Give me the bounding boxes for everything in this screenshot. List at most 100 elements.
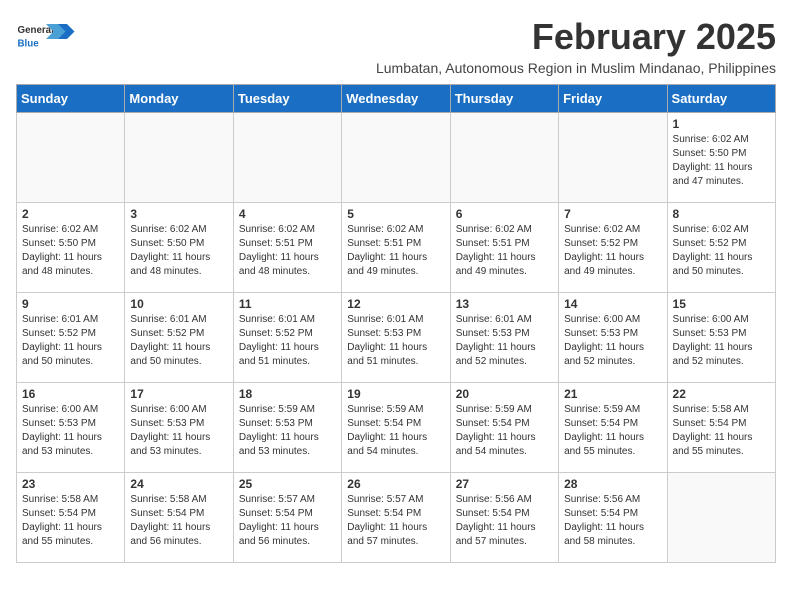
week-row-3: 9 Sunrise: 6:01 AM Sunset: 5:52 PM Daylig… <box>17 293 776 383</box>
calendar-cell: 20Sunrise: 5:59 AM Sunset: 5:54 PM Dayli… <box>450 383 558 473</box>
calendar-cell: 14 Sunrise: 6:00 AM Sunset: 5:53 PM Dayli… <box>559 293 667 383</box>
day-info: Sunrise: 6:02 AM Sunset: 5:50 PM Dayligh… <box>130 223 227 279</box>
day-info: Sunrise: 6:02 AM Sunset: 5:51 PM Dayligh… <box>347 223 444 279</box>
col-header-monday: Monday <box>125 85 233 113</box>
calendar-table: SundayMondayTuesdayWednesdayThursdayFrid… <box>16 84 776 563</box>
week-row-5: 23 Sunrise: 5:58 AM Sunset: 5:54 PM Dayli… <box>17 473 776 563</box>
day-number: 21 <box>564 387 661 401</box>
day-info: Sunrise: 5:59 AM Sunset: 5:54 PM Dayligh… <box>564 403 661 459</box>
day-number: 12 <box>347 297 444 311</box>
calendar-header-row: SundayMondayTuesdayWednesdayThursdayFrid… <box>17 85 776 113</box>
day-info: Sunrise: 6:02 AM Sunset: 5:51 PM Dayligh… <box>456 223 553 279</box>
day-info: Sunrise: 6:00 AM Sunset: 5:53 PM Dayligh… <box>673 313 770 369</box>
day-info: Sunrise: 6:00 AM Sunset: 5:53 PM Dayligh… <box>130 403 227 459</box>
day-info: Sunrise: 6:01 AM Sunset: 5:52 PM Dayligh… <box>22 313 119 369</box>
logo-svg: General Blue <box>16 16 76 56</box>
day-info: Sunrise: 6:02 AM Sunset: 5:50 PM Dayligh… <box>22 223 119 279</box>
day-number: 8 <box>673 207 770 221</box>
calendar-cell <box>17 113 125 203</box>
page-header: General Blue February 2025 Lumbatan, Aut… <box>16 16 776 76</box>
day-number: 10 <box>130 297 227 311</box>
day-number: 5 <box>347 207 444 221</box>
day-info: Sunrise: 5:58 AM Sunset: 5:54 PM Dayligh… <box>130 493 227 549</box>
day-info: Sunrise: 5:56 AM Sunset: 5:54 PM Dayligh… <box>564 493 661 549</box>
day-info: Sunrise: 5:58 AM Sunset: 5:54 PM Dayligh… <box>22 493 119 549</box>
calendar-cell: 27 Sunrise: 5:56 AM Sunset: 5:54 PM Dayli… <box>450 473 558 563</box>
calendar-cell: 4 Sunrise: 6:02 AM Sunset: 5:51 PM Daylig… <box>233 203 341 293</box>
day-info: Sunrise: 6:02 AM Sunset: 5:51 PM Dayligh… <box>239 223 336 279</box>
col-header-friday: Friday <box>559 85 667 113</box>
calendar-cell: 12 Sunrise: 6:01 AM Sunset: 5:53 PM Dayli… <box>342 293 450 383</box>
day-info: Sunrise: 5:57 AM Sunset: 5:54 PM Dayligh… <box>239 493 336 549</box>
day-info: Sunrise: 6:02 AM Sunset: 5:52 PM Dayligh… <box>564 223 661 279</box>
day-number: 9 <box>22 297 119 311</box>
day-info: Sunrise: 6:01 AM Sunset: 5:53 PM Dayligh… <box>347 313 444 369</box>
col-header-saturday: Saturday <box>667 85 775 113</box>
calendar-cell: 19Sunrise: 5:59 AM Sunset: 5:54 PM Dayli… <box>342 383 450 473</box>
col-header-thursday: Thursday <box>450 85 558 113</box>
week-row-2: 2 Sunrise: 6:02 AM Sunset: 5:50 PM Daylig… <box>17 203 776 293</box>
day-number: 23 <box>22 477 119 491</box>
calendar-cell <box>450 113 558 203</box>
calendar-cell: 24 Sunrise: 5:58 AM Sunset: 5:54 PM Dayli… <box>125 473 233 563</box>
calendar-cell <box>667 473 775 563</box>
title-block: February 2025 Lumbatan, Autonomous Regio… <box>376 16 776 76</box>
day-info: Sunrise: 5:59 AM Sunset: 5:53 PM Dayligh… <box>239 403 336 459</box>
calendar-cell: 21 Sunrise: 5:59 AM Sunset: 5:54 PM Dayli… <box>559 383 667 473</box>
day-number: 6 <box>456 207 553 221</box>
day-info: Sunrise: 6:01 AM Sunset: 5:52 PM Dayligh… <box>130 313 227 369</box>
svg-text:General: General <box>18 25 55 36</box>
day-number: 2 <box>22 207 119 221</box>
day-info: Sunrise: 6:00 AM Sunset: 5:53 PM Dayligh… <box>22 403 119 459</box>
calendar-cell: 23 Sunrise: 5:58 AM Sunset: 5:54 PM Dayli… <box>17 473 125 563</box>
day-number: 24 <box>130 477 227 491</box>
svg-text:Blue: Blue <box>18 39 40 50</box>
day-number: 11 <box>239 297 336 311</box>
day-info: Sunrise: 6:00 AM Sunset: 5:53 PM Dayligh… <box>564 313 661 369</box>
day-number: 16 <box>22 387 119 401</box>
calendar-cell: 16 Sunrise: 6:00 AM Sunset: 5:53 PM Dayli… <box>17 383 125 473</box>
calendar-cell: 7 Sunrise: 6:02 AM Sunset: 5:52 PM Daylig… <box>559 203 667 293</box>
month-title: February 2025 <box>376 16 776 58</box>
day-number: 26 <box>347 477 444 491</box>
day-info: Sunrise: 6:01 AM Sunset: 5:52 PM Dayligh… <box>239 313 336 369</box>
day-number: 15 <box>673 297 770 311</box>
day-number: 1 <box>673 117 770 131</box>
day-info: Sunrise: 6:02 AM Sunset: 5:52 PM Dayligh… <box>673 223 770 279</box>
week-row-4: 16 Sunrise: 6:00 AM Sunset: 5:53 PM Dayli… <box>17 383 776 473</box>
day-number: 27 <box>456 477 553 491</box>
calendar-cell: 22 Sunrise: 5:58 AM Sunset: 5:54 PM Dayli… <box>667 383 775 473</box>
day-info: Sunrise: 5:59 AM Sunset: 5:54 PM Dayligh… <box>456 403 553 459</box>
calendar-cell <box>559 113 667 203</box>
logo: General Blue <box>16 16 76 56</box>
col-header-tuesday: Tuesday <box>233 85 341 113</box>
day-number: 13 <box>456 297 553 311</box>
calendar-cell: 17 Sunrise: 6:00 AM Sunset: 5:53 PM Dayli… <box>125 383 233 473</box>
day-number: 25 <box>239 477 336 491</box>
day-number: 4 <box>239 207 336 221</box>
col-header-sunday: Sunday <box>17 85 125 113</box>
calendar-cell: 10 Sunrise: 6:01 AM Sunset: 5:52 PM Dayli… <box>125 293 233 383</box>
day-info: Sunrise: 5:56 AM Sunset: 5:54 PM Dayligh… <box>456 493 553 549</box>
day-info: Sunrise: 6:02 AM Sunset: 5:50 PM Dayligh… <box>673 133 770 189</box>
day-number: 7 <box>564 207 661 221</box>
calendar-cell <box>342 113 450 203</box>
day-number: 17 <box>130 387 227 401</box>
location-subtitle: Lumbatan, Autonomous Region in Muslim Mi… <box>376 60 776 76</box>
day-number: 14 <box>564 297 661 311</box>
calendar-cell: 25 Sunrise: 5:57 AM Sunset: 5:54 PM Dayli… <box>233 473 341 563</box>
col-header-wednesday: Wednesday <box>342 85 450 113</box>
calendar-cell: 1 Sunrise: 6:02 AM Sunset: 5:50 PM Daylig… <box>667 113 775 203</box>
day-number: 22 <box>673 387 770 401</box>
day-number: 18 <box>239 387 336 401</box>
day-number: 28 <box>564 477 661 491</box>
day-info: Sunrise: 5:58 AM Sunset: 5:54 PM Dayligh… <box>673 403 770 459</box>
calendar-cell: 3Sunrise: 6:02 AM Sunset: 5:50 PM Daylig… <box>125 203 233 293</box>
calendar-cell <box>125 113 233 203</box>
day-info: Sunrise: 5:57 AM Sunset: 5:54 PM Dayligh… <box>347 493 444 549</box>
calendar-cell: 5 Sunrise: 6:02 AM Sunset: 5:51 PM Daylig… <box>342 203 450 293</box>
calendar-cell: 18 Sunrise: 5:59 AM Sunset: 5:53 PM Dayli… <box>233 383 341 473</box>
calendar-cell: 28 Sunrise: 5:56 AM Sunset: 5:54 PM Dayli… <box>559 473 667 563</box>
week-row-1: 1 Sunrise: 6:02 AM Sunset: 5:50 PM Daylig… <box>17 113 776 203</box>
calendar-cell: 2 Sunrise: 6:02 AM Sunset: 5:50 PM Daylig… <box>17 203 125 293</box>
